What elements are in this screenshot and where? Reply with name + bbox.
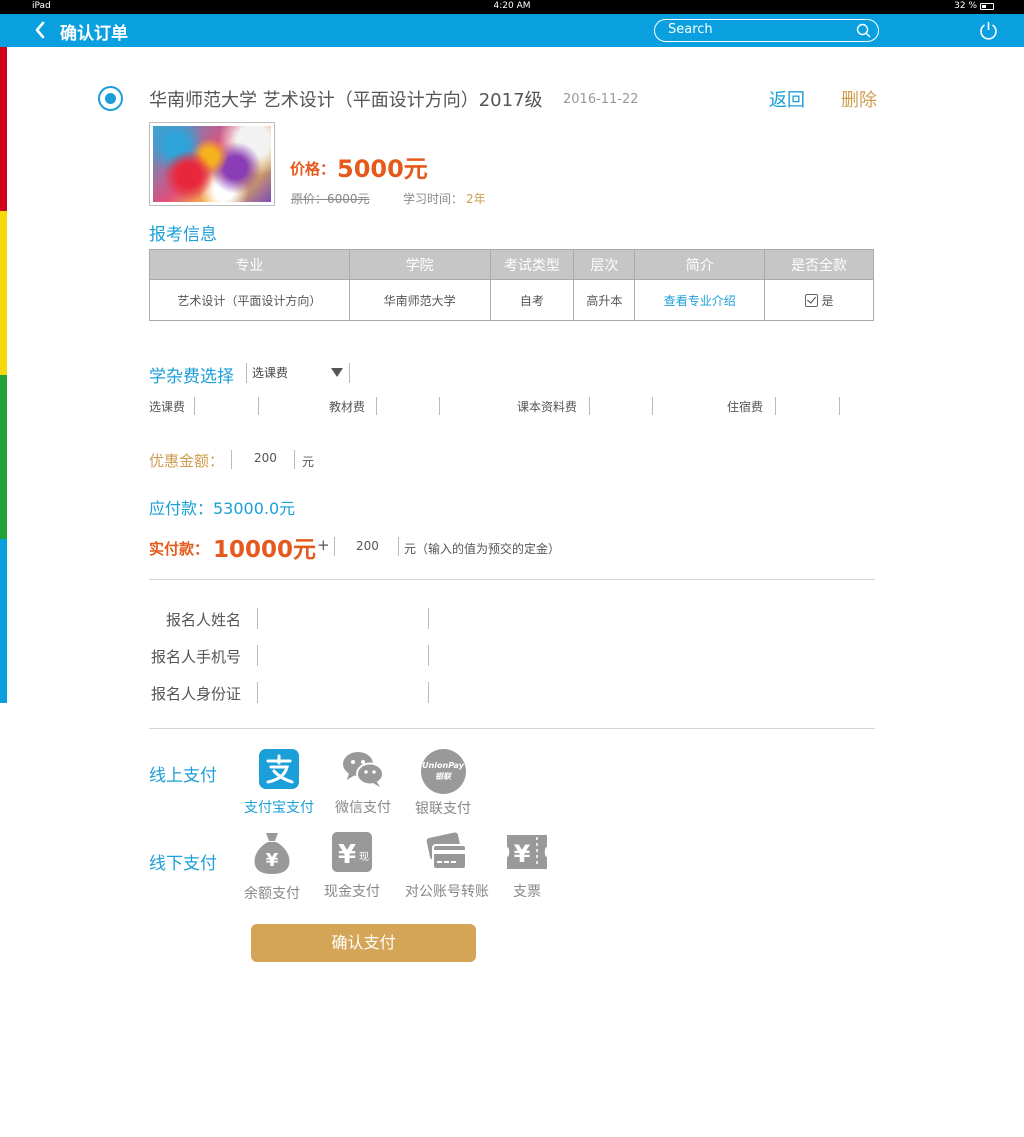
- fee-type-dropdown[interactable]: 选课费: [252, 364, 347, 384]
- wechat-icon: [343, 752, 384, 787]
- applicant-name-label: 报名人姓名: [165, 611, 241, 629]
- column-header: 层次: [573, 249, 636, 280]
- order-title: 华南师范大学 艺术设计（平面设计方向）2017级: [149, 90, 543, 111]
- confirm-payment-button[interactable]: 确认支付: [251, 924, 476, 962]
- fee-item-label: 课本资料费: [517, 400, 578, 414]
- table-header-row: 专业 学院 考试类型 层次 简介 是否全款: [149, 249, 874, 280]
- wechat-pay-label: 微信支付: [335, 800, 391, 816]
- registration-section-title: 报考信息: [149, 225, 217, 245]
- color-stripe-yellow: [0, 211, 7, 375]
- plus-sign: +: [317, 536, 330, 554]
- college-cell: 华南师范大学: [348, 279, 491, 321]
- full-payment-checkbox[interactable]: [804, 293, 818, 307]
- fee-type-selected: 选课费: [252, 366, 289, 380]
- exam-type-cell: 自考: [489, 279, 575, 321]
- power-icon[interactable]: [978, 20, 999, 41]
- cash-pay-option[interactable]: ¥ 现 现金支付: [317, 831, 387, 901]
- nav-bar: 确认订单 Search: [0, 14, 1024, 47]
- actual-payment-value: 10000元: [213, 537, 317, 563]
- page-title: 确认订单: [60, 24, 128, 44]
- major-cell: 艺术设计（平面设计方向）: [149, 279, 350, 321]
- price-value: 5000元: [337, 155, 428, 183]
- balance-pay-label: 余额支付: [244, 886, 300, 902]
- balance-pay-option[interactable]: ¥ 余额支付: [237, 831, 307, 903]
- discount-input[interactable]: 200: [254, 451, 277, 465]
- unionpay-icon: UnionPay 银联: [420, 749, 466, 794]
- dropdown-arrow-icon: [331, 368, 343, 377]
- battery-indicator: 32 %: [954, 1, 994, 11]
- alipay-label: 支付宝支付: [244, 800, 314, 816]
- wechat-pay-option[interactable]: 微信支付: [328, 749, 398, 817]
- fee-item-label: 教材费: [329, 400, 366, 414]
- color-stripe-blue: [0, 539, 7, 703]
- delete-link[interactable]: 删除: [841, 86, 877, 112]
- cheque-option[interactable]: ¥ 支票: [502, 831, 552, 901]
- status-bar: iPad 4:20 AM 32 %: [0, 0, 1024, 14]
- bank-transfer-label: 对公账号转账: [405, 884, 489, 900]
- svg-text:¥: ¥: [514, 840, 531, 868]
- price-label: 价格：: [290, 160, 336, 178]
- column-header: 学院: [348, 249, 491, 280]
- bank-transfer-option[interactable]: 对公账号转账: [399, 831, 495, 901]
- original-price: 原价：6000元: [291, 192, 370, 206]
- offline-payment-title: 线下支付: [149, 854, 217, 874]
- svg-text:¥: ¥: [266, 850, 279, 871]
- svg-text:现: 现: [359, 851, 369, 863]
- deposit-input[interactable]: 200: [356, 539, 379, 553]
- column-header: 是否全款: [764, 249, 874, 280]
- applicant-phone-input[interactable]: [259, 643, 427, 668]
- battery-icon: [980, 2, 994, 10]
- discount-label: 优惠金额：: [149, 452, 225, 470]
- fees-section-title: 学杂费选择: [149, 367, 234, 387]
- color-stripe-green: [0, 375, 7, 539]
- registration-table: 专业 学院 考试类型 层次 简介 是否全款 艺术设计（平面设计方向） 华南师范大…: [149, 249, 874, 321]
- search-placeholder: Search: [668, 22, 713, 37]
- course-thumbnail: [149, 122, 275, 206]
- bank-card-icon: [426, 832, 467, 870]
- cheque-icon: ¥: [507, 835, 547, 869]
- divider: [149, 579, 875, 580]
- alipay-option[interactable]: 支付宝支付: [240, 749, 318, 817]
- online-payment-title: 线上支付: [149, 766, 217, 786]
- order-select-radio[interactable]: [98, 86, 123, 111]
- column-header: 考试类型: [489, 249, 575, 280]
- battery-percent: 32 %: [954, 1, 977, 11]
- back-arrow-icon[interactable]: [34, 20, 50, 40]
- column-header: 专业: [149, 249, 350, 280]
- column-header: 简介: [634, 249, 766, 280]
- applicant-phone-label: 报名人手机号: [150, 648, 241, 666]
- cash-icon: ¥ 现: [332, 832, 372, 872]
- applicant-name-input[interactable]: [259, 606, 427, 631]
- return-link[interactable]: 返回: [769, 86, 805, 112]
- divider: [149, 728, 875, 729]
- fee-item-label: 选课费: [149, 400, 186, 414]
- fee-item-label: 住宿费: [727, 400, 764, 414]
- unionpay-option[interactable]: UnionPay 银联 银联支付: [408, 749, 478, 818]
- svg-text:¥: ¥: [338, 840, 356, 870]
- payable-amount: 应付款：53000.0元: [149, 499, 296, 518]
- level-cell: 高升本: [573, 279, 636, 321]
- study-time-label: 学习时间：: [403, 192, 464, 206]
- applicant-id-label: 报名人身份证: [150, 685, 241, 703]
- cheque-label: 支票: [513, 884, 541, 900]
- study-time-value: 2年: [466, 192, 486, 206]
- order-date: 2016-11-22: [563, 92, 639, 107]
- discount-unit: 元: [302, 455, 315, 469]
- major-intro-link[interactable]: 查看专业介绍: [634, 279, 766, 321]
- search-input[interactable]: Search: [654, 19, 879, 42]
- deposit-note: 元（输入的值为预交的定金）: [404, 542, 561, 556]
- applicant-id-input[interactable]: [259, 680, 427, 705]
- unionpay-label: 银联支付: [415, 801, 471, 817]
- search-icon: [856, 23, 871, 38]
- money-bag-icon: ¥: [254, 833, 290, 874]
- color-stripe-red: [0, 47, 7, 211]
- status-time: 4:20 AM: [493, 1, 531, 11]
- table-row: 艺术设计（平面设计方向） 华南师范大学 自考 高升本 查看专业介绍 是: [149, 279, 874, 321]
- alipay-icon: [259, 749, 299, 789]
- full-payment-cell: 是: [764, 279, 874, 321]
- full-payment-label: 是: [821, 293, 834, 308]
- actual-payment-label: 实付款：: [149, 540, 210, 558]
- cash-pay-label: 现金支付: [324, 884, 380, 900]
